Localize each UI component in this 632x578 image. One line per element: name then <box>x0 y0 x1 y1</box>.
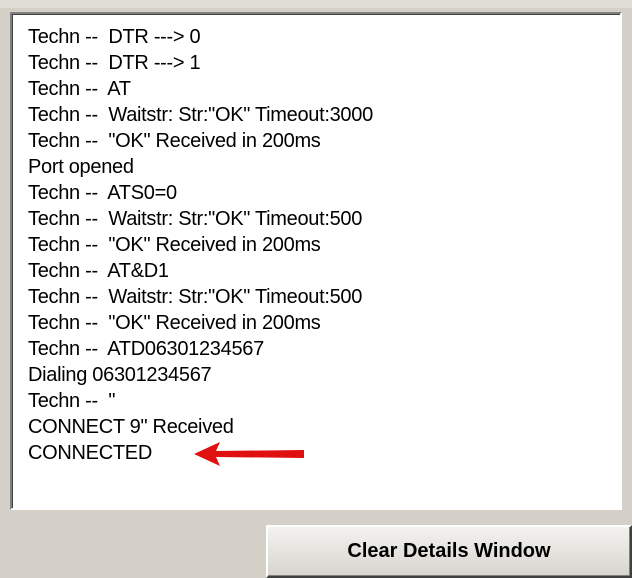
log-line: Techn -- AT <box>28 78 131 100</box>
log-line: Techn -- "OK" Received in 200ms <box>28 234 321 256</box>
log-line: Techn -- Waitstr: Str:"OK" Timeout:500 <box>28 208 363 230</box>
log-line: CONNECT 9" Received <box>28 416 234 438</box>
log-line: Techn -- Waitstr: Str:"OK" Timeout:500 <box>28 286 363 308</box>
clear-details-window-button[interactable]: Clear Details Window <box>266 525 632 578</box>
log-line: Dialing 06301234567 <box>28 364 212 386</box>
left-arrow-icon <box>194 442 304 466</box>
log-line: Techn -- AT&D1 <box>28 260 169 282</box>
window-top-edge <box>0 0 632 8</box>
log-line: Techn -- DTR ---> 1 <box>28 52 201 74</box>
log-line: Techn -- "OK" Received in 200ms <box>28 312 321 334</box>
log-lines: Techn -- DTR ---> 0 Techn -- DTR ---> 1 … <box>28 24 373 466</box>
log-line: Techn -- DTR ---> 0 <box>28 26 201 48</box>
log-line: Port opened <box>28 156 134 178</box>
log-line: Techn -- ATD06301234567 <box>28 338 264 360</box>
log-line: Techn -- ATS0=0 <box>28 182 177 204</box>
details-log-panel[interactable]: Techn -- DTR ---> 0 Techn -- DTR ---> 1 … <box>10 12 622 510</box>
log-line: Techn -- "OK" Received in 200ms <box>28 130 321 152</box>
log-line: Techn -- Waitstr: Str:"OK" Timeout:3000 <box>28 104 373 126</box>
log-line: Techn -- " <box>28 390 116 412</box>
